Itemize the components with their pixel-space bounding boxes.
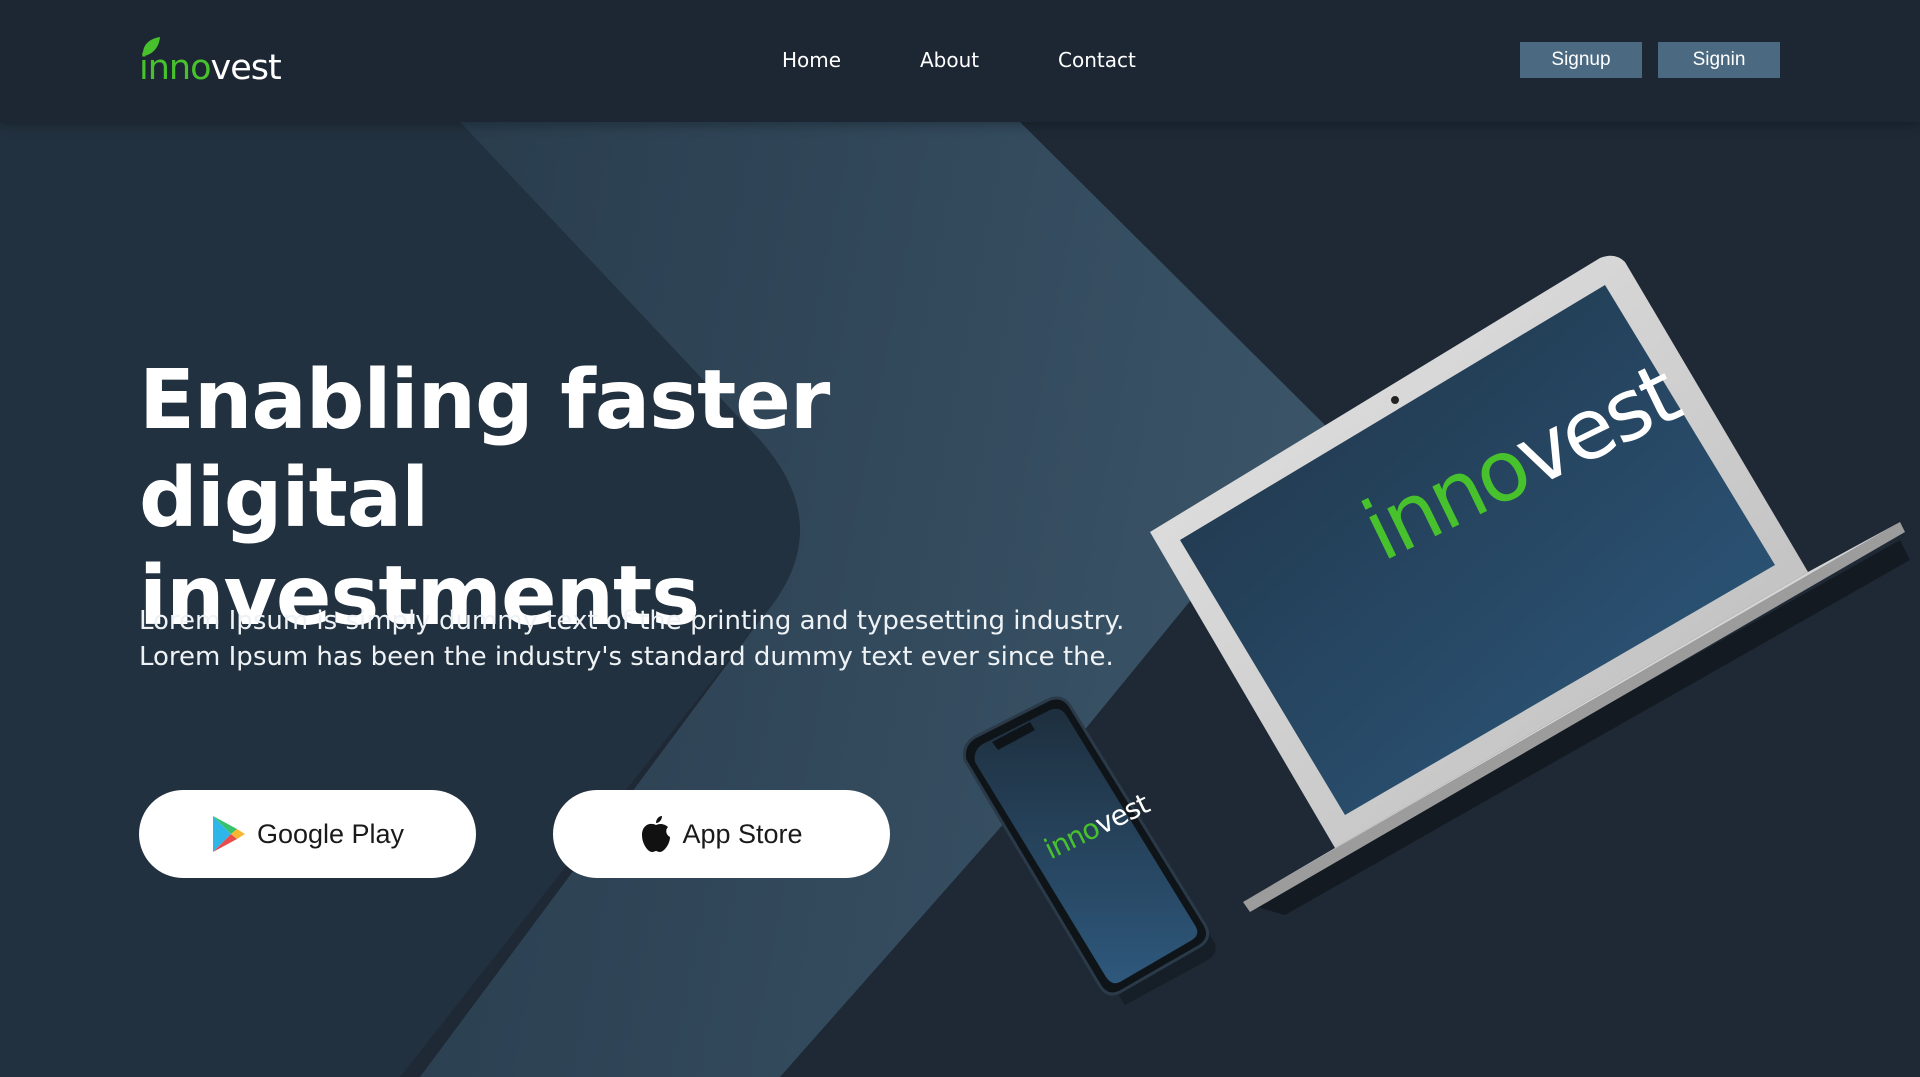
brand-logo[interactable]: innovest [139, 36, 289, 90]
hero-description-line2: Lorem Ipsum has been the industry's stan… [139, 642, 1114, 672]
hero-description-line1: Lorem Ipsum is simply dummy text of the … [139, 606, 1125, 636]
app-store-label: App Store [682, 818, 803, 849]
nav-home-link[interactable]: Home [782, 48, 841, 72]
landing-page: innovest Home About Contact Signup Signi… [0, 0, 1920, 1077]
nav-contact-link[interactable]: Contact [1058, 48, 1136, 72]
site-header: innovest Home About Contact Signup Signi… [0, 0, 1920, 122]
google-play-label: Google Play [256, 818, 405, 849]
apple-icon [642, 816, 671, 852]
hero-description: Lorem Ipsum is simply dummy text of the … [139, 603, 1159, 675]
hero-title-line1: Enabling faster digital [139, 353, 830, 546]
google-play-icon [212, 816, 245, 852]
signin-button[interactable]: Signin [1658, 42, 1780, 78]
nav-about-link[interactable]: About [920, 48, 979, 72]
signup-button[interactable]: Signup [1520, 42, 1642, 78]
hero-title: Enabling faster digital investments [139, 352, 1139, 646]
google-play-button[interactable]: Google Play [139, 790, 476, 878]
app-store-button[interactable]: App Store [553, 790, 890, 878]
brand-wordmark: innovest [139, 48, 282, 88]
